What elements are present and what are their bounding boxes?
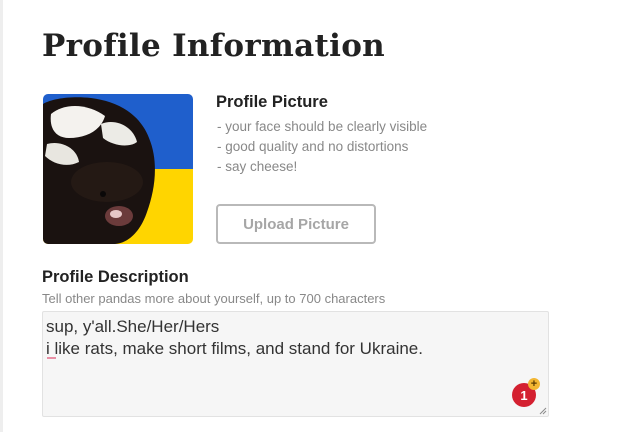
avatar[interactable] <box>43 94 193 244</box>
plus-icon[interactable]: + <box>528 378 540 390</box>
profile-description-textarea[interactable]: sup, y'all.She/Her/Hers i like rats, mak… <box>42 311 549 417</box>
avatar-image <box>43 94 193 244</box>
resize-handle-icon[interactable] <box>539 407 547 415</box>
page-title: Profile Information <box>42 28 386 64</box>
picture-tips-list: - your face should be clearly visible - … <box>217 117 427 177</box>
upload-picture-button[interactable]: Upload Picture <box>216 204 376 244</box>
spellcheck-underline <box>47 357 56 359</box>
profile-picture-heading: Profile Picture <box>216 93 328 111</box>
description-line: sup, y'all.She/Her/Hers <box>46 317 220 336</box>
picture-tip: - good quality and no distortions <box>217 139 409 154</box>
picture-tip: - your face should be clearly visible <box>217 119 428 134</box>
left-border <box>0 0 3 432</box>
picture-tip: - say cheese! <box>217 159 298 174</box>
profile-description-heading: Profile Description <box>42 268 189 286</box>
profile-description-hint: Tell other pandas more about yourself, u… <box>42 291 386 306</box>
description-line: i like rats, make short films, and stand… <box>46 339 423 358</box>
